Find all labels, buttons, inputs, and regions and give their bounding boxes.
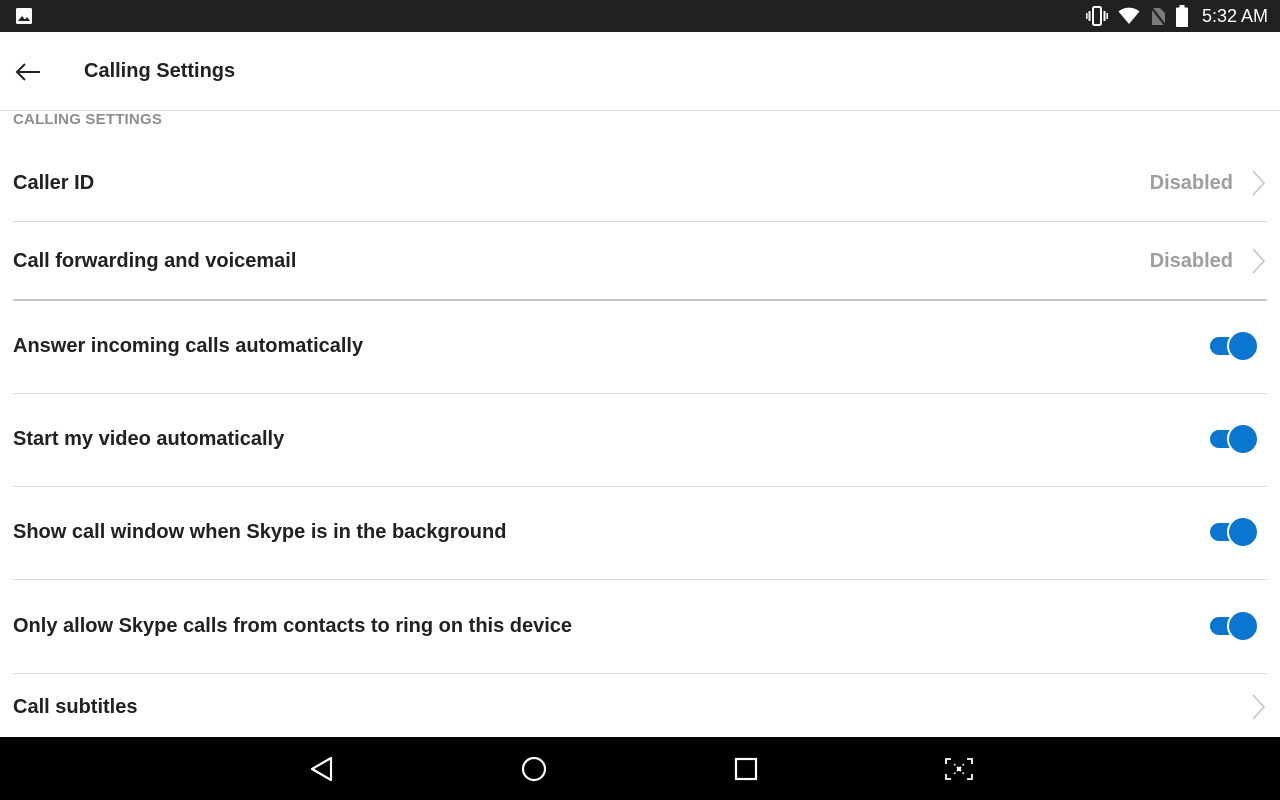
chevron-right-icon xyxy=(1251,170,1265,196)
recents-square-icon xyxy=(734,757,758,781)
chevron-right-icon xyxy=(1251,694,1265,720)
call-forwarding-row[interactable]: Call forwarding and voicemail Disabled xyxy=(13,231,1267,291)
row-label: Show call window when Skype is in the ba… xyxy=(13,520,507,543)
arrow-left-icon xyxy=(15,63,40,81)
row-value: Disabled xyxy=(1149,171,1233,194)
status-time: 5:32 AM xyxy=(1201,5,1268,26)
background-call-window-toggle[interactable] xyxy=(1210,516,1259,548)
auto-video-row[interactable]: Start my video automatically xyxy=(13,404,1267,474)
row-label: Call subtitles xyxy=(13,695,138,718)
nav-recents-button[interactable] xyxy=(726,751,766,787)
nav-screenshot-button[interactable] xyxy=(939,751,979,787)
settings-list[interactable]: CALLING SETTINGS Caller ID Disabled Call… xyxy=(0,111,1280,737)
no-sim-icon xyxy=(1150,6,1166,26)
status-bar: 5:32 AM xyxy=(0,0,1280,32)
caller-id-row[interactable]: Caller ID Disabled xyxy=(13,153,1267,213)
screenshot-icon xyxy=(945,758,973,780)
contacts-only-row[interactable]: Only allow Skype calls from contacts to … xyxy=(13,591,1267,661)
back-button[interactable] xyxy=(10,54,46,90)
navigation-bar xyxy=(0,737,1280,800)
back-triangle-icon xyxy=(310,756,333,782)
chevron-right-icon xyxy=(1251,248,1265,274)
divider xyxy=(13,673,1267,674)
page-title: Calling Settings xyxy=(84,60,236,82)
divider xyxy=(13,486,1267,487)
divider xyxy=(13,579,1267,580)
app-bar: Calling Settings xyxy=(0,32,1280,111)
row-value: Disabled xyxy=(1149,249,1233,272)
nav-back-button[interactable] xyxy=(302,751,342,787)
wifi-icon xyxy=(1118,7,1140,25)
vibrate-icon xyxy=(1086,6,1108,26)
row-label: Answer incoming calls automatically xyxy=(13,334,364,357)
image-notification-icon xyxy=(15,7,33,30)
auto-answer-row[interactable]: Answer incoming calls automatically xyxy=(13,311,1267,381)
auto-answer-toggle[interactable] xyxy=(1210,330,1259,362)
divider xyxy=(13,393,1267,394)
divider xyxy=(13,299,1267,301)
battery-icon xyxy=(1175,5,1188,27)
background-call-window-row[interactable]: Show call window when Skype is in the ba… xyxy=(13,497,1267,567)
row-label: Caller ID xyxy=(13,171,95,194)
divider xyxy=(13,221,1267,222)
row-label: Start my video automatically xyxy=(13,427,285,450)
section-header: CALLING SETTINGS xyxy=(13,111,163,128)
nav-home-button[interactable] xyxy=(514,751,554,787)
row-label: Only allow Skype calls from contacts to … xyxy=(13,614,573,637)
contacts-only-toggle[interactable] xyxy=(1210,610,1259,642)
auto-video-toggle[interactable] xyxy=(1210,423,1259,455)
row-label: Call forwarding and voicemail xyxy=(13,249,297,272)
call-subtitles-row[interactable]: Call subtitles xyxy=(13,677,1267,737)
home-circle-icon xyxy=(521,756,547,782)
